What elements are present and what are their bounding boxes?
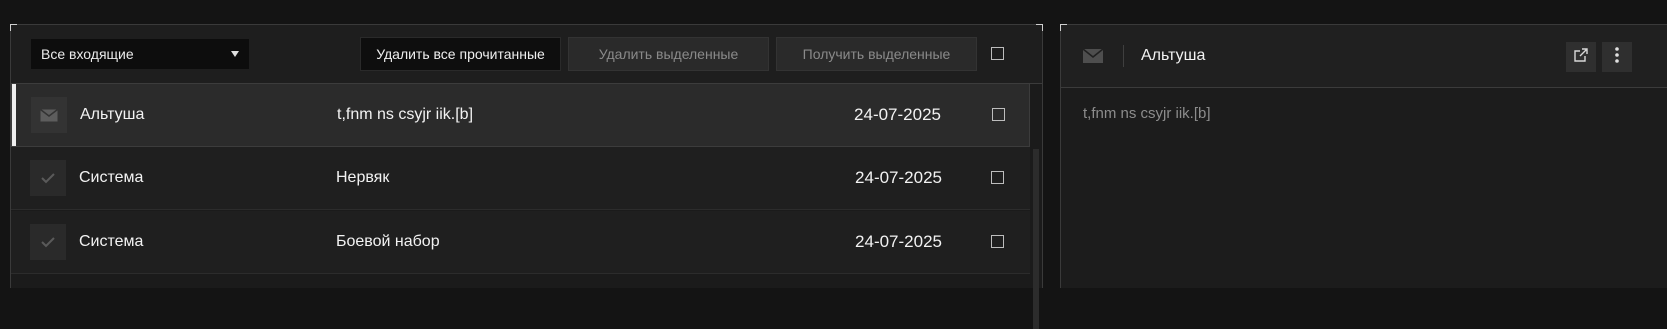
caret-down-icon xyxy=(231,51,239,57)
delete-selected-button[interactable]: Удалить выделенные xyxy=(568,37,769,71)
delete-all-read-button[interactable]: Удалить все прочитанные xyxy=(360,37,561,71)
message-row[interactable]: Альтуша t,fnm ns csyjr iik.[b] 24-07-202… xyxy=(11,83,1030,147)
message-sender: Система xyxy=(79,233,144,250)
checkmark-icon xyxy=(30,160,66,196)
message-date: 24-07-2025 xyxy=(854,105,941,124)
envelope-icon xyxy=(31,97,67,133)
header-divider xyxy=(1123,45,1124,67)
list-scrollbar[interactable] xyxy=(1033,149,1039,329)
open-external-button[interactable] xyxy=(1566,42,1596,72)
message-subject: t,fnm ns csyjr iik.[b] xyxy=(337,106,474,123)
external-link-icon xyxy=(1573,47,1589,68)
message-checkbox[interactable] xyxy=(992,108,1005,121)
envelope-icon xyxy=(1081,44,1105,68)
preview-header: Альтуша xyxy=(1061,25,1667,88)
message-checkbox[interactable] xyxy=(991,235,1004,248)
mail-list-panel: Все входящие Удалить все прочитанные Уда… xyxy=(10,24,1043,329)
message-sender: Система xyxy=(79,169,144,186)
message-sender: Альтуша xyxy=(80,106,145,123)
inbox-filter-value: Все входящие xyxy=(41,46,134,62)
more-vertical-icon xyxy=(1614,46,1620,69)
message-checkbox[interactable] xyxy=(991,171,1004,184)
message-subject: Нервяк xyxy=(336,169,390,186)
message-preview-panel: Альтуша t,fnm ns csyjr iik.[b] xyxy=(1060,24,1667,288)
mail-toolbar: Все входящие Удалить все прочитанные Уда… xyxy=(11,25,1042,84)
select-all-checkbox[interactable] xyxy=(991,47,1004,60)
preview-body: t,fnm ns csyjr iik.[b] xyxy=(1083,105,1211,122)
message-row[interactable]: Система Боевой набор 24-07-2025 xyxy=(11,211,1030,274)
message-date: 24-07-2025 xyxy=(855,168,942,187)
checkmark-icon xyxy=(30,224,66,260)
more-options-button[interactable] xyxy=(1602,42,1632,72)
get-selected-button[interactable]: Получить выделенные xyxy=(776,37,977,71)
message-list: Альтуша t,fnm ns csyjr iik.[b] 24-07-202… xyxy=(11,83,1042,329)
preview-title: Альтуша xyxy=(1141,47,1206,64)
message-date: 24-07-2025 xyxy=(855,232,942,251)
message-row[interactable]: Система Нервяк 24-07-2025 xyxy=(11,147,1030,210)
inbox-filter-select[interactable]: Все входящие xyxy=(31,39,249,69)
message-subject: Боевой набор xyxy=(336,233,440,250)
